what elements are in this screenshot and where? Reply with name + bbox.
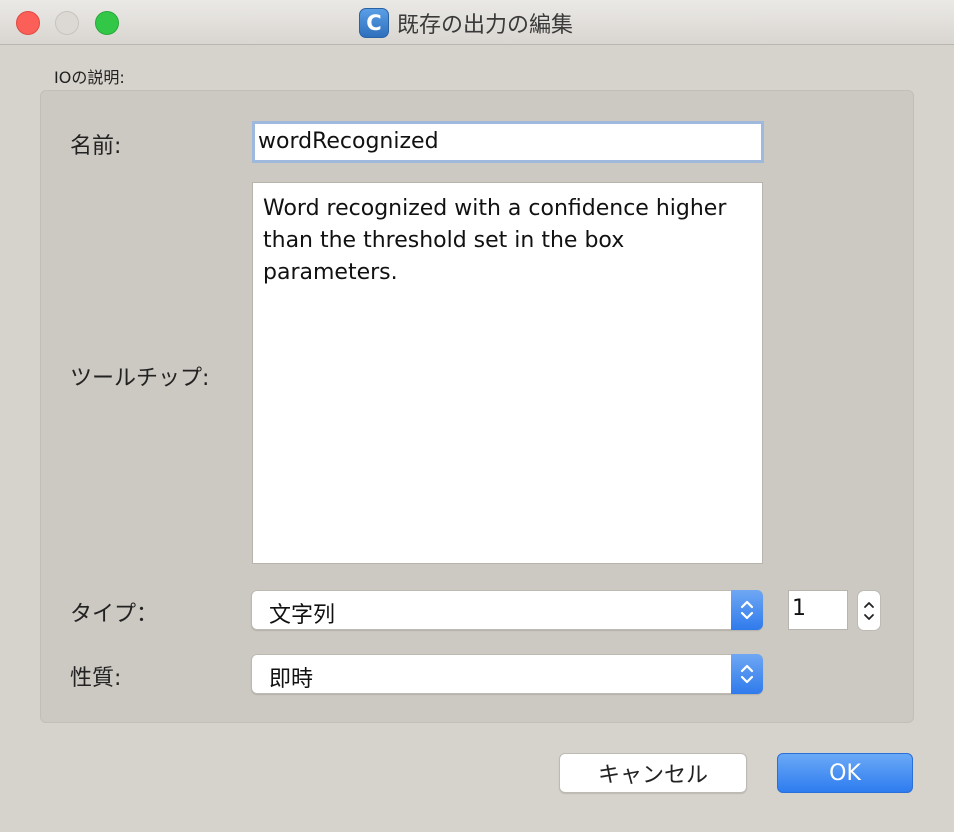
up-down-chevron-icon bbox=[864, 602, 874, 620]
name-field[interactable]: wordRecognized bbox=[252, 121, 764, 163]
type-select[interactable]: 文字列 bbox=[251, 590, 763, 630]
maximize-window-button[interactable] bbox=[95, 11, 119, 35]
cancel-button[interactable]: キャンセル bbox=[559, 753, 747, 793]
minimize-window-button[interactable] bbox=[55, 11, 79, 35]
up-down-chevron-icon bbox=[740, 600, 754, 620]
nature-select-arrows bbox=[731, 654, 763, 694]
nature-select-value: 即時 bbox=[269, 667, 314, 692]
close-window-button[interactable] bbox=[16, 11, 40, 35]
type-select-value: 文字列 bbox=[269, 603, 336, 628]
count-stepper[interactable] bbox=[857, 590, 881, 631]
window-title: 既存の出力の編集 bbox=[397, 13, 574, 38]
dialog-window: C 既存の出力の編集 IOの説明: 名前: wordRecognized ツール… bbox=[0, 0, 954, 832]
tooltip-textarea[interactable]: Word recognized with a confidence higher… bbox=[252, 182, 763, 564]
nature-label: 性質: bbox=[70, 666, 122, 691]
app-icon: C bbox=[359, 8, 389, 38]
nature-select[interactable]: 即時 bbox=[251, 654, 763, 694]
type-label: タイプ： bbox=[70, 602, 159, 627]
title-bar: C 既存の出力の編集 bbox=[0, 0, 954, 45]
count-input[interactable]: 1 bbox=[788, 590, 848, 630]
tooltip-label: ツールチップ: bbox=[70, 366, 210, 391]
name-label: 名前: bbox=[70, 134, 122, 159]
type-select-arrows bbox=[731, 590, 763, 630]
window-title-group: C 既存の出力の編集 bbox=[359, 8, 573, 38]
io-description-label: IOの説明: bbox=[54, 68, 125, 87]
ok-button[interactable]: OK bbox=[777, 753, 913, 793]
up-down-chevron-icon bbox=[740, 664, 754, 684]
